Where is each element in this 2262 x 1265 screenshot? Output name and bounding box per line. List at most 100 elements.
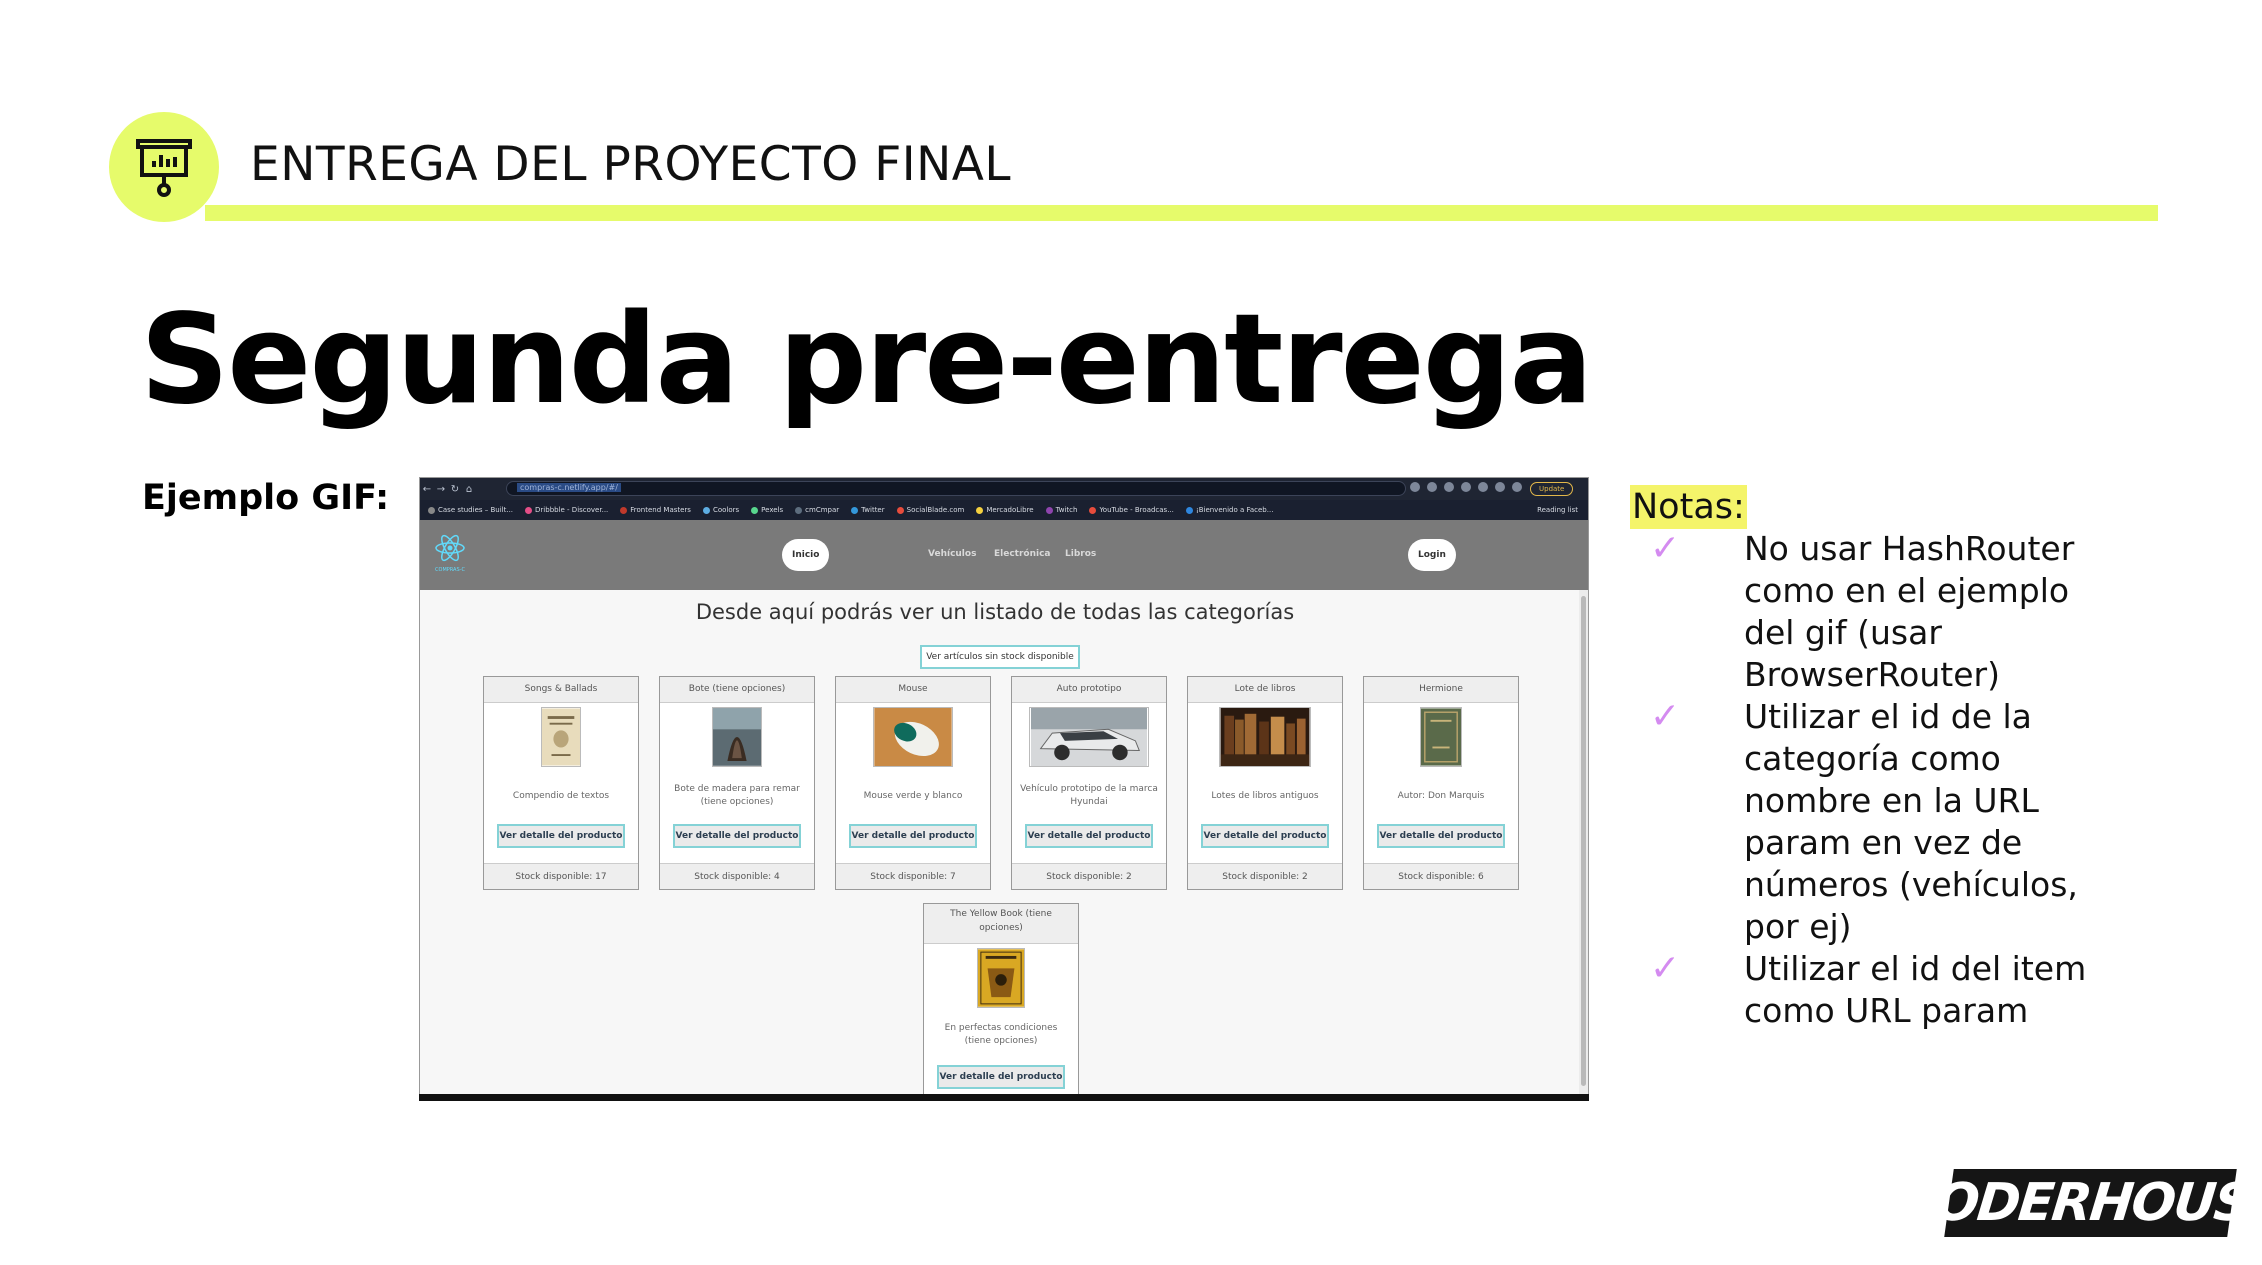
detail-button[interactable]: Ver detalle del producto <box>1377 824 1505 848</box>
card-description: Compendio de textos <box>512 790 610 801</box>
boat-image <box>712 707 762 767</box>
browser-toolbar: ← → ↻ ⌂ compras-c.netlify.app/#/ Update <box>420 478 1588 500</box>
car-image <box>1029 707 1149 767</box>
bookmark-item[interactable]: Case studies – Built... <box>428 506 513 514</box>
bookmark-item[interactable]: MercadoLibre <box>976 506 1034 514</box>
detail-button[interactable]: Ver detalle del producto <box>937 1065 1065 1089</box>
bookmark-item[interactable]: Dribbble - Discover... <box>525 506 608 514</box>
extension-icon[interactable] <box>1410 482 1420 492</box>
note-item: ✓ Utilizar el id de la categoría como no… <box>1650 696 2078 946</box>
extension-icon[interactable] <box>1427 482 1437 492</box>
book-cover-image <box>977 948 1025 1008</box>
example-gif-screenshot: ← → ↻ ⌂ compras-c.netlify.app/#/ Update … <box>419 477 1589 1100</box>
product-card: The Yellow Book (tiene opciones) En perf… <box>923 903 1079 1099</box>
address-bar[interactable]: compras-c.netlify.app/#/ <box>506 481 1406 496</box>
no-stock-items-button[interactable]: Ver artículos sin stock disponible <box>920 645 1080 669</box>
forward-icon[interactable]: → <box>434 484 448 495</box>
old-books-image <box>1219 707 1311 767</box>
twitch-icon <box>1045 506 1053 514</box>
reading-list[interactable]: Reading list <box>1537 506 1578 514</box>
nav-vehiculos-link[interactable]: Vehículos <box>928 549 976 559</box>
product-card: Mouse Mouse verde y blanco Ver detalle d… <box>835 676 991 890</box>
detail-button[interactable]: Ver detalle del producto <box>849 824 977 848</box>
product-card: Lote de libros Lotes de libros antiguos … <box>1187 676 1343 890</box>
brand-name: CODERHOUSE <box>1895 1173 2262 1233</box>
card-description: Mouse verde y blanco <box>863 790 963 801</box>
stock-label: Stock disponible: 6 <box>1364 863 1518 889</box>
header-icon-circle <box>109 112 219 222</box>
profile-avatar[interactable] <box>1512 482 1522 492</box>
twitter-icon <box>851 506 859 514</box>
bookmark-favicon-icon <box>795 506 803 514</box>
detail-button[interactable]: Ver detalle del producto <box>497 824 625 848</box>
bookmark-favicon-icon <box>702 506 710 514</box>
app-navbar: COMPRAS-C Inicio Vehículos Electrónica L… <box>420 520 1588 590</box>
checkmark-icon: ✓ <box>1650 948 1681 989</box>
presentation-board-icon <box>136 139 192 197</box>
notes-list: ✓ No usar HashRouter como en el ejemplo … <box>1640 528 2200 1032</box>
home-icon[interactable]: ⌂ <box>462 484 476 495</box>
card-title: Mouse <box>836 677 990 703</box>
card-title: Hermione <box>1364 677 1518 703</box>
dribbble-icon <box>525 506 533 514</box>
react-logo-icon[interactable]: COMPRAS-C <box>434 533 466 575</box>
bookmark-item[interactable]: Twitch <box>1045 506 1077 514</box>
facebook-icon <box>1185 506 1193 514</box>
coderhouse-logo: CODERHOUSE <box>1895 1169 2262 1237</box>
nav-libros-link[interactable]: Libros <box>1065 549 1096 559</box>
detail-button[interactable]: Ver detalle del producto <box>1025 824 1153 848</box>
notes-label: Notas: <box>1630 485 1747 529</box>
nav-electronica-link[interactable]: Electrónica <box>994 549 1051 559</box>
extension-icon[interactable] <box>1495 482 1505 492</box>
login-button[interactable]: Login <box>1408 539 1456 571</box>
bookmarks-bar: Case studies – Built... Dribbble - Disco… <box>420 500 1588 520</box>
stock-label: Stock disponible: 2 <box>1012 863 1166 889</box>
bookmark-favicon-icon <box>751 506 759 514</box>
logo-text: COMPRAS-C <box>435 567 465 573</box>
extension-icon[interactable] <box>1478 482 1488 492</box>
back-icon[interactable]: ← <box>420 484 434 495</box>
card-title: The Yellow Book (tiene opciones) <box>924 904 1078 944</box>
bookmark-item[interactable]: Twitter <box>851 506 885 514</box>
card-title: Songs & Ballads <box>484 677 638 703</box>
card-description: En perfectas condiciones (tiene opciones… <box>944 1023 1058 1046</box>
book-cover-image <box>541 707 581 767</box>
stock-label: Stock disponible: 7 <box>836 863 990 889</box>
bookmark-item[interactable]: Pexels <box>751 506 783 514</box>
stock-label: Stock disponible: 17 <box>484 863 638 889</box>
extension-icon[interactable] <box>1444 482 1454 492</box>
mouse-image <box>873 707 953 767</box>
product-card: Hermione Autor: Don Marquis Ver detalle … <box>1363 676 1519 890</box>
bookmark-item[interactable]: cmCmpar <box>795 506 839 514</box>
detail-button[interactable]: Ver detalle del producto <box>1201 824 1329 848</box>
product-card: Songs & Ballads Compendio de textos Ver … <box>483 676 639 890</box>
product-card: Bote (tiene opciones) Bote de madera par… <box>659 676 815 890</box>
bookmark-item[interactable]: YouTube - Broadcas... <box>1089 506 1174 514</box>
example-label: Ejemplo GIF: <box>142 478 390 518</box>
stock-label: Stock disponible: 4 <box>660 863 814 889</box>
card-title: Auto prototipo <box>1012 677 1166 703</box>
product-card: Auto prototipo Vehículo prototipo de la … <box>1011 676 1167 890</box>
bookmark-favicon-icon <box>620 506 628 514</box>
address-text: compras-c.netlify.app/#/ <box>517 483 621 492</box>
bookmark-item[interactable]: Frontend Masters <box>620 506 691 514</box>
youtube-icon <box>1089 506 1097 514</box>
bookmark-favicon-icon <box>896 506 904 514</box>
bookmark-item[interactable]: SocialBlade.com <box>896 506 964 514</box>
bookmark-item[interactable]: Coolors <box>702 506 739 514</box>
screenshot-bottom-border <box>419 1094 1589 1101</box>
card-description: Lotes de libros antiguos <box>1211 790 1319 801</box>
update-button[interactable]: Update <box>1530 482 1574 496</box>
card-title: Bote (tiene opciones) <box>660 677 814 703</box>
extension-icon[interactable] <box>1461 482 1471 492</box>
note-item: ✓ No usar HashRouter como en el ejemplo … <box>1650 528 2075 694</box>
reload-icon[interactable]: ↻ <box>448 484 462 495</box>
bookmark-favicon-icon <box>976 506 984 514</box>
nav-inicio-button[interactable]: Inicio <box>782 539 830 571</box>
bookmark-favicon-icon <box>428 506 435 514</box>
bookmark-item[interactable]: ¡Bienvenido a Faceb... <box>1185 506 1273 514</box>
card-description: Vehículo prototipo de la marca Hyundai <box>1020 784 1158 807</box>
detail-button[interactable]: Ver detalle del producto <box>673 824 801 848</box>
scrollbar-thumb[interactable] <box>1581 596 1586 1086</box>
stock-label: Stock disponible: 2 <box>1188 863 1342 889</box>
